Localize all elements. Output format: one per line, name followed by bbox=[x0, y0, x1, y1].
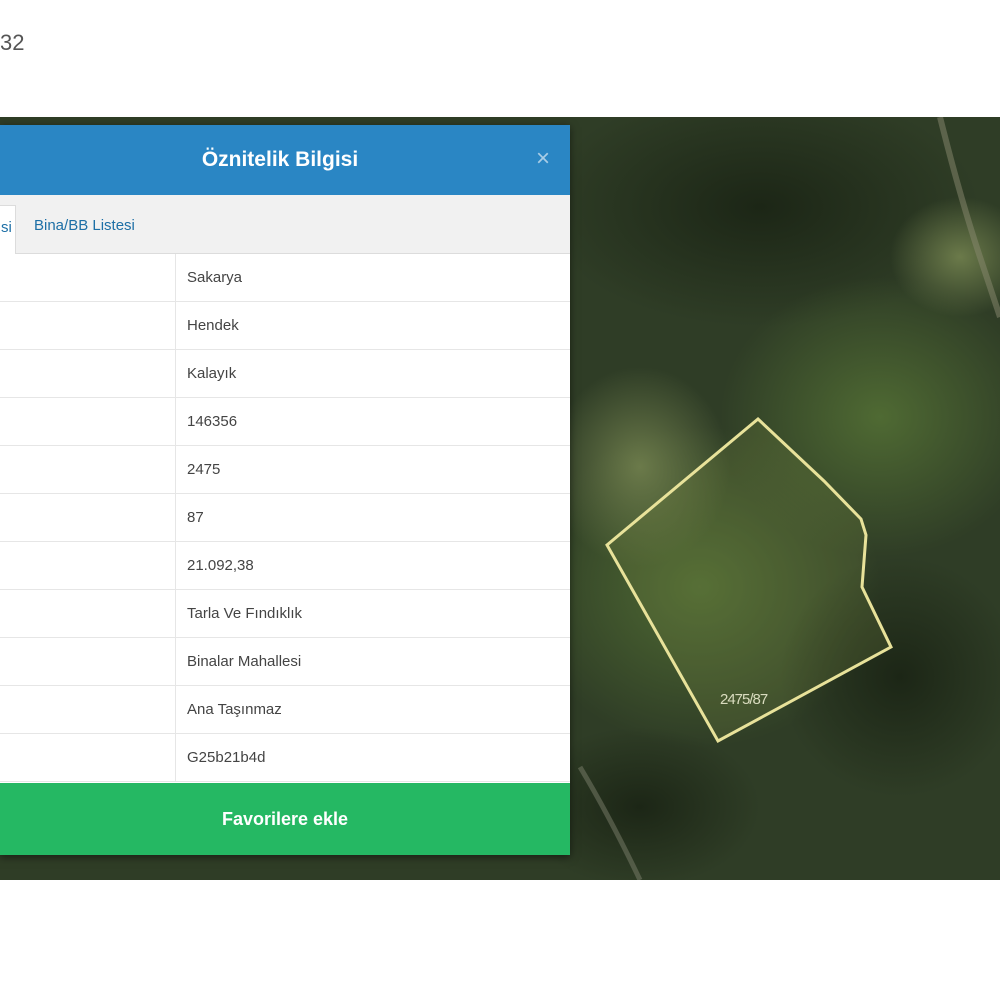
row-value: Sakarya bbox=[175, 254, 570, 302]
row-key bbox=[0, 397, 176, 446]
row-value: 87 bbox=[175, 493, 570, 542]
tab-info-label: si bbox=[1, 219, 12, 236]
row-value: Kalayık bbox=[175, 349, 570, 398]
row-key bbox=[0, 301, 176, 350]
row-key bbox=[0, 589, 176, 638]
table-row: 21.092,38 bbox=[0, 541, 570, 590]
row-value: Hendek bbox=[175, 301, 570, 350]
close-icon[interactable]: × bbox=[536, 147, 550, 171]
row-value: Ana Taşınmaz bbox=[175, 685, 570, 734]
row-value: 2475 bbox=[175, 445, 570, 494]
table-row: 2475 bbox=[0, 445, 570, 494]
table-row: Tarla Ve Fındıklık bbox=[0, 589, 570, 638]
table-row: 87 bbox=[0, 493, 570, 542]
row-value: Binalar Mahallesi bbox=[175, 637, 570, 686]
table-row: Hendek bbox=[0, 301, 570, 350]
table-row: Kalayık bbox=[0, 349, 570, 398]
tab-building-list[interactable]: Bina/BB Listesi bbox=[34, 217, 135, 234]
attribute-table: Sakarya Hendek Kalayık 146356 2475 87 21… bbox=[0, 254, 570, 782]
parcel-label: 2475/87 bbox=[720, 691, 768, 708]
table-row: Ana Taşınmaz bbox=[0, 685, 570, 734]
row-key bbox=[0, 733, 176, 782]
row-key bbox=[0, 445, 176, 494]
page-id-fragment: 32 bbox=[0, 30, 25, 55]
row-value: Tarla Ve Fındıklık bbox=[175, 589, 570, 638]
dialog-title: Öznitelik Bilgisi bbox=[201, 148, 359, 171]
row-key bbox=[0, 685, 176, 734]
table-row: 146356 bbox=[0, 397, 570, 446]
attribute-dialog: Öznitelik Bilgisi × si Bina/BB Listesi S… bbox=[0, 125, 570, 855]
row-key bbox=[0, 493, 176, 542]
row-key bbox=[0, 254, 176, 302]
row-key bbox=[0, 349, 176, 398]
dialog-header: Öznitelik Bilgisi × bbox=[0, 125, 570, 195]
tab-info[interactable]: si bbox=[0, 205, 16, 254]
table-row: Sakarya bbox=[0, 254, 570, 302]
tab-bar: si Bina/BB Listesi bbox=[0, 195, 570, 254]
table-row: Binalar Mahallesi bbox=[0, 637, 570, 686]
add-to-favorites-button[interactable]: Favorilere ekle bbox=[0, 783, 570, 855]
row-value: G25b21b4d bbox=[175, 733, 570, 782]
row-key bbox=[0, 541, 176, 590]
row-value: 21.092,38 bbox=[175, 541, 570, 590]
row-key bbox=[0, 637, 176, 686]
table-row: G25b21b4d bbox=[0, 733, 570, 782]
row-value: 146356 bbox=[175, 397, 570, 446]
